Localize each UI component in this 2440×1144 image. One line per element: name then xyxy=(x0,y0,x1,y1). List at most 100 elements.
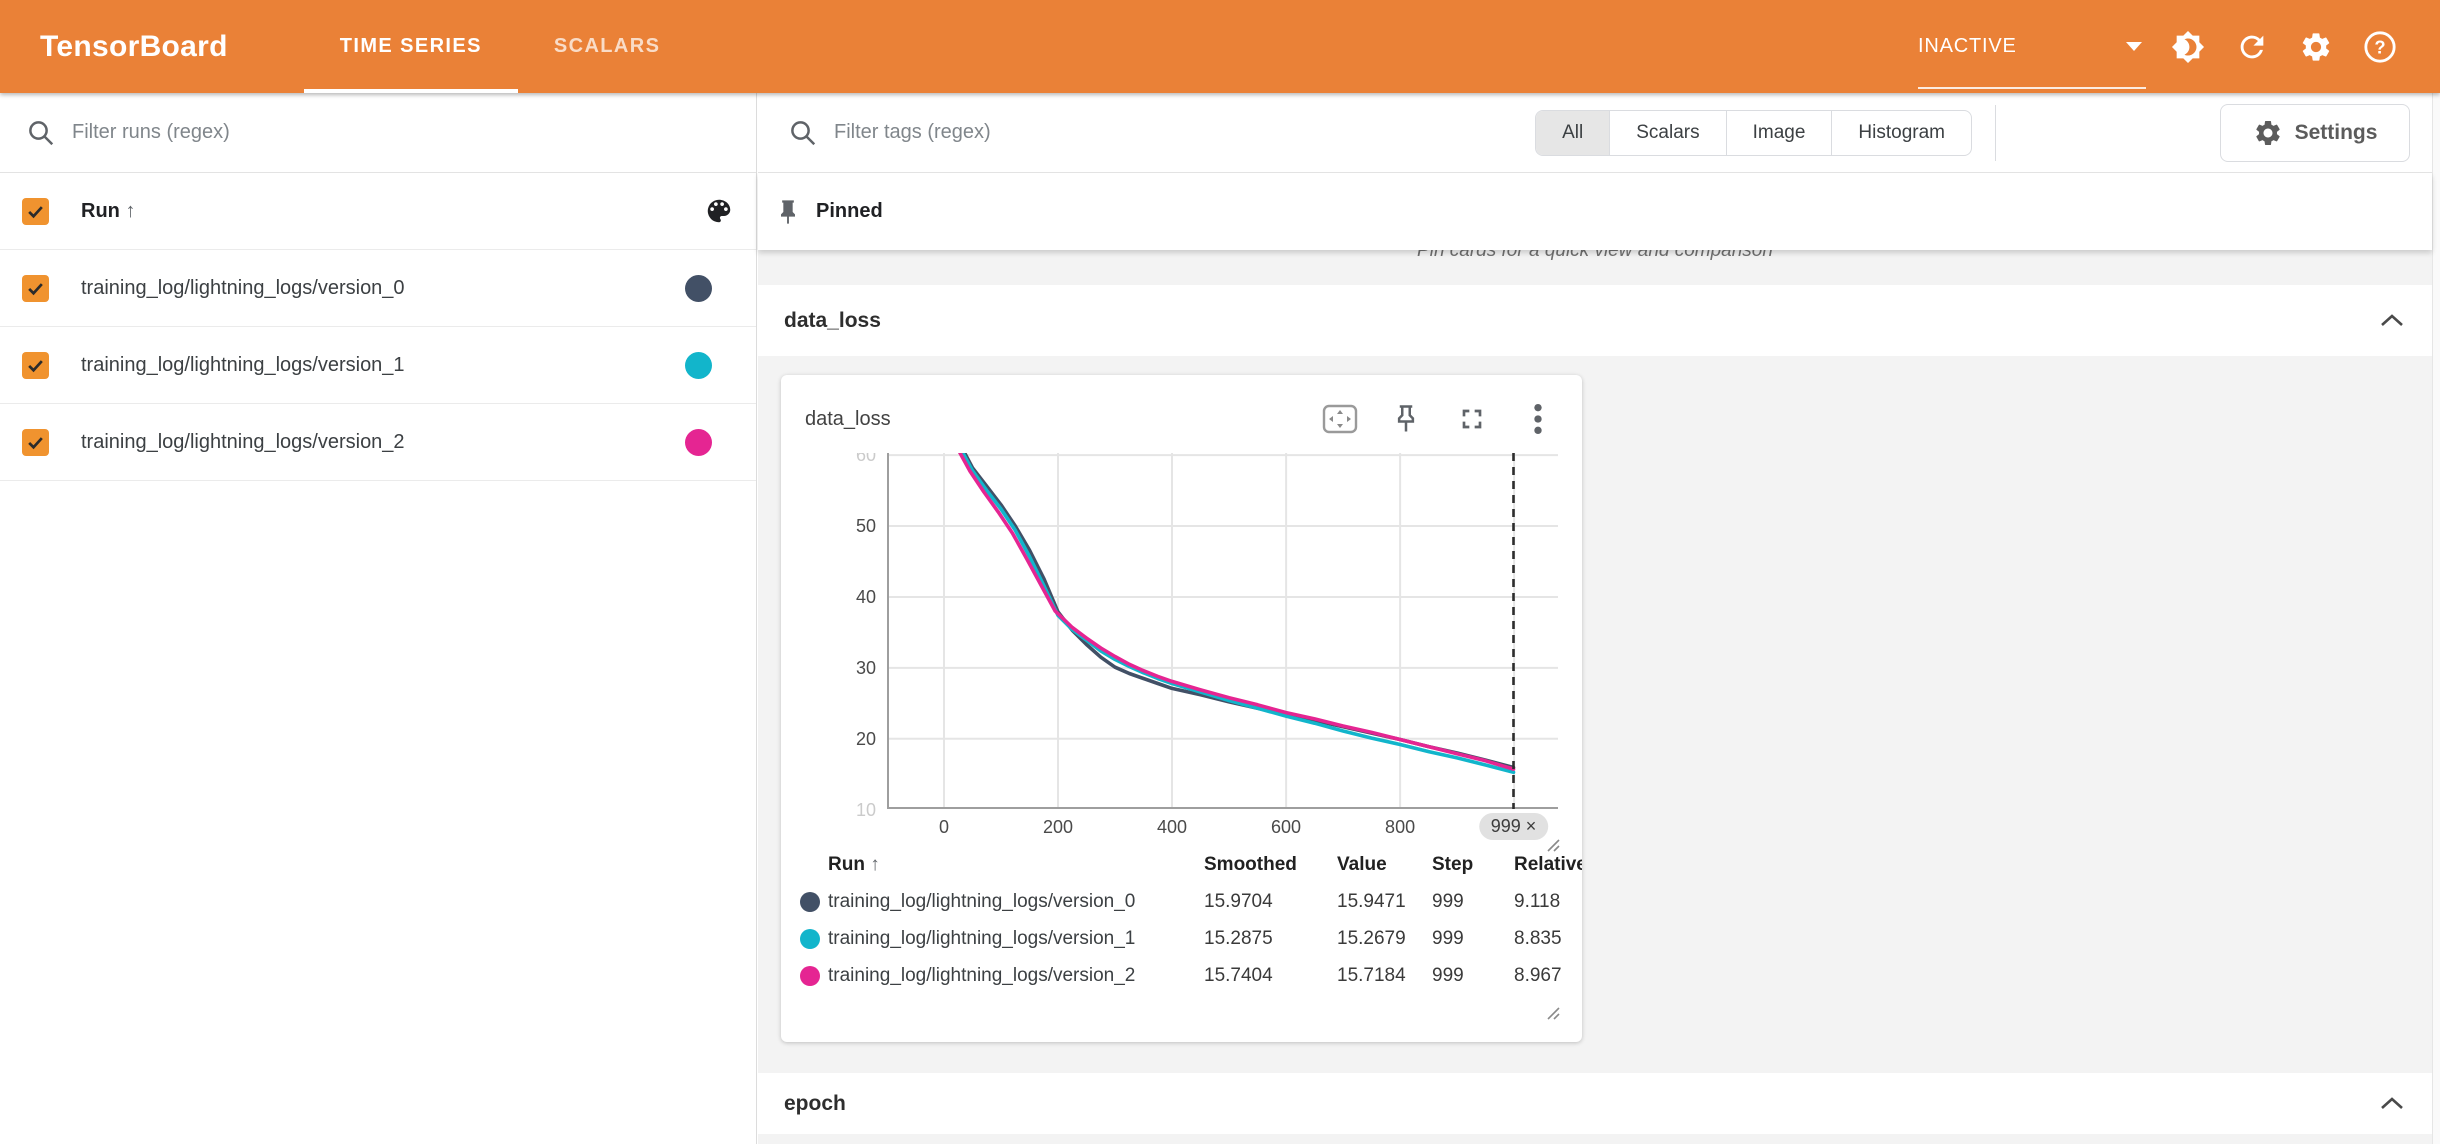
filter-chip-all[interactable]: All xyxy=(1536,111,1610,155)
brightness-icon[interactable] xyxy=(2156,15,2220,79)
tag-filter-row: Filter tags (regex) AllScalarsImageHisto… xyxy=(758,93,2432,173)
section-data-loss[interactable]: data_loss xyxy=(758,285,2432,356)
status-value: INACTIVE xyxy=(1918,35,2017,58)
cell-value: 15.7184 xyxy=(1337,965,1432,987)
settings-button[interactable]: Settings xyxy=(2220,104,2410,162)
cell-value: 15.2679 xyxy=(1337,928,1432,950)
table-row-version_2: training_log/lightning_logs/version_215.… xyxy=(800,957,1582,994)
tag-type-filter-group: AllScalarsImageHistogram xyxy=(1535,110,1972,156)
more-vert-icon[interactable] xyxy=(1516,397,1560,441)
collapse-chevron-icon[interactable] xyxy=(2378,312,2406,330)
app-header: TensorBoard TIME SERIES SCALARS INACTIVE xyxy=(0,0,2440,93)
scalar-card-data-loss: data_loss 203040501060 0200400600800999 … xyxy=(781,375,1582,1042)
runs-header-row: Run ↑ xyxy=(0,173,756,250)
cell-smoothed: 15.7404 xyxy=(1204,965,1337,987)
pin-icon xyxy=(774,198,802,226)
x-tick-label: 600 xyxy=(1271,817,1301,838)
pin-icon[interactable] xyxy=(1384,397,1428,441)
chevron-down-icon xyxy=(2126,42,2142,51)
filter-chip-image[interactable]: Image xyxy=(1727,111,1833,155)
run-name: training_log/lightning_logs/version_1 xyxy=(81,354,685,377)
help-icon[interactable]: ? xyxy=(2348,15,2412,79)
cell-run: training_log/lightning_logs/version_1 xyxy=(828,928,1204,950)
tab-time-series[interactable]: TIME SERIES xyxy=(304,0,518,93)
cell-run: training_log/lightning_logs/version_0 xyxy=(828,891,1204,913)
runs-sidebar: Filter runs (regex) Run ↑ training_log/l… xyxy=(0,93,757,1144)
section-epoch[interactable]: epoch xyxy=(758,1073,2432,1134)
runs-column-header[interactable]: Run ↑ xyxy=(81,200,704,223)
refresh-icon[interactable] xyxy=(2220,15,2284,79)
search-icon xyxy=(788,118,818,148)
card-title: data_loss xyxy=(805,408,891,431)
svg-text:?: ? xyxy=(2374,36,2385,57)
y-tick-label: 50 xyxy=(824,514,876,538)
cell-step: 999 xyxy=(1432,891,1514,913)
cell-value: 15.9471 xyxy=(1337,891,1432,913)
tab-scalars[interactable]: SCALARS xyxy=(518,0,696,93)
run-color-dot[interactable] xyxy=(685,275,712,302)
step-cursor-tag[interactable]: 999 × xyxy=(1479,813,1549,840)
reload-status-dropdown[interactable]: INACTIVE xyxy=(1918,0,2156,93)
search-icon xyxy=(26,118,56,148)
cell-step: 999 xyxy=(1432,965,1514,987)
run-row-version_0[interactable]: training_log/lightning_logs/version_0 xyxy=(0,250,756,327)
chart-x-axis: 0 200 400 600 800 999 × xyxy=(806,813,1582,847)
x-tick-label: 0 xyxy=(939,817,949,838)
nav-tabs: TIME SERIES SCALARS xyxy=(304,0,697,93)
cell-step: 999 xyxy=(1432,928,1514,950)
run-name: training_log/lightning_logs/version_2 xyxy=(81,431,685,454)
fullscreen-icon[interactable] xyxy=(1450,397,1494,441)
x-tick-label: 400 xyxy=(1157,817,1187,838)
dropdown-underline xyxy=(1918,87,2146,89)
table-row-version_0: training_log/lightning_logs/version_015.… xyxy=(800,883,1582,920)
run-filter-input[interactable]: Filter runs (regex) xyxy=(72,121,730,144)
collapse-chevron-icon[interactable] xyxy=(2378,1095,2406,1113)
fit-domain-icon[interactable] xyxy=(1318,397,1362,441)
cell-relative: 8.967 xyxy=(1514,965,1582,987)
runs-list: training_log/lightning_logs/version_0tra… xyxy=(0,250,756,481)
run-color-dot xyxy=(800,892,820,912)
table-header-row: Run ↑SmoothedValueStepRelative xyxy=(800,847,1582,883)
y-tick-label: 30 xyxy=(824,656,876,680)
resize-handle-icon[interactable] xyxy=(1545,1005,1561,1021)
x-tick-label: 800 xyxy=(1385,817,1415,838)
filter-chip-scalars[interactable]: Scalars xyxy=(1610,111,1726,155)
card-toolbar xyxy=(1318,397,1560,441)
gear-icon xyxy=(2253,118,2283,148)
run-checkbox[interactable] xyxy=(22,352,49,379)
toolbar-divider xyxy=(1995,105,1996,161)
cell-relative: 8.835 xyxy=(1514,928,1582,950)
x-tick-label: 200 xyxy=(1043,817,1073,838)
run-name: training_log/lightning_logs/version_0 xyxy=(81,277,685,300)
run-checkbox[interactable] xyxy=(22,275,49,302)
run-filter-row: Filter runs (regex) xyxy=(0,93,756,173)
palette-icon[interactable] xyxy=(704,196,734,226)
tensorboard-app: TensorBoard TIME SERIES SCALARS INACTIVE xyxy=(0,0,2440,1144)
sort-arrow-icon: ↑ xyxy=(125,200,135,222)
table-row-version_1: training_log/lightning_logs/version_115.… xyxy=(800,920,1582,957)
y-tick-label: 40 xyxy=(824,585,876,609)
main-panel: Filter tags (regex) AllScalarsImageHisto… xyxy=(758,93,2432,1144)
cell-run: training_log/lightning_logs/version_2 xyxy=(828,965,1204,987)
scrollbar-track[interactable] xyxy=(2432,93,2440,1144)
run-checkbox[interactable] xyxy=(22,429,49,456)
gear-icon[interactable] xyxy=(2284,15,2348,79)
app-logo: TensorBoard xyxy=(40,30,228,64)
cell-relative: 9.118 xyxy=(1514,891,1582,913)
pinned-section-header: Pinned xyxy=(758,173,2432,250)
run-color-dot[interactable] xyxy=(685,429,712,456)
run-values-table: Run ↑SmoothedValueStepRelativetraining_l… xyxy=(800,847,1582,994)
active-tab-underline xyxy=(304,89,518,93)
run-color-dot[interactable] xyxy=(685,352,712,379)
cell-smoothed: 15.2875 xyxy=(1204,928,1337,950)
run-row-version_1[interactable]: training_log/lightning_logs/version_1 xyxy=(0,327,756,404)
cell-smoothed: 15.9704 xyxy=(1204,891,1337,913)
loss-chart[interactable]: 203040501060 xyxy=(806,453,1582,818)
y-tick-label: 20 xyxy=(824,727,876,751)
filter-chip-histogram[interactable]: Histogram xyxy=(1832,111,1971,155)
header-actions: INACTIVE ? xyxy=(1918,0,2412,93)
y-tick-label-faded: 60 xyxy=(824,453,876,467)
run-row-version_2[interactable]: training_log/lightning_logs/version_2 xyxy=(0,404,756,481)
run-color-dot xyxy=(800,966,820,986)
select-all-checkbox[interactable] xyxy=(22,198,49,225)
